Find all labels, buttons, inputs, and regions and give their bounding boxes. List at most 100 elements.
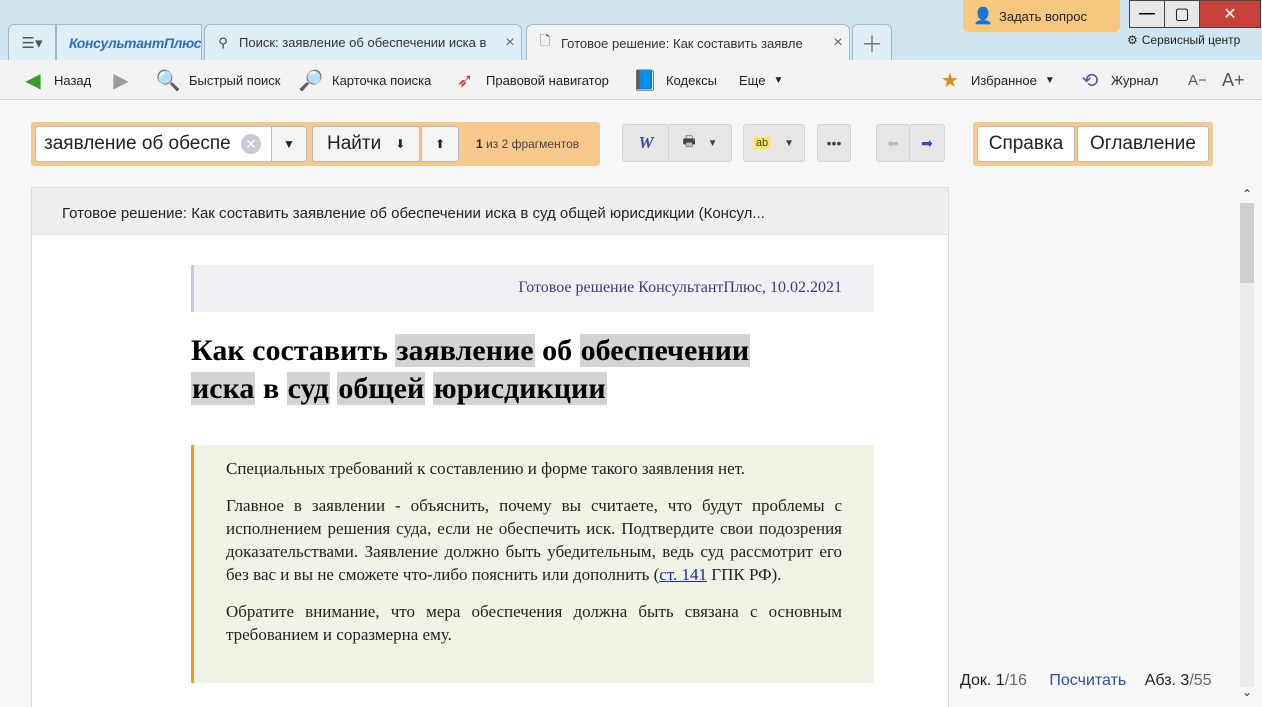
note-text: ГПК РФ). (707, 565, 782, 584)
fragments-counter: 1 из 2 фрагментов (476, 137, 579, 151)
more-label: Еще (739, 72, 766, 88)
document-search-bar: заявление об обеспе ✕ ▼ Найти ⬇ ⬆ 1 из 2… (31, 122, 600, 166)
plus-icon: ＋ (860, 31, 883, 57)
navigator-icon: ➶ (456, 69, 474, 92)
find-button[interactable]: Найти ⬇ (312, 126, 420, 162)
ask-question-label: Задать вопрос (999, 8, 1087, 24)
history-icon: ⟲ (1081, 69, 1099, 92)
journal-button[interactable]: ⟲ Журнал (1077, 60, 1159, 100)
star-icon: ★ (941, 69, 959, 92)
scroll-up-icon[interactable]: ⌃ (1238, 187, 1256, 203)
magnifier-icon: 🔍 (155, 69, 181, 92)
codes-label: Кодексы (666, 72, 718, 88)
contents-button[interactable]: Оглавление (1077, 126, 1209, 162)
fragments-text: из 2 фрагментов (486, 137, 580, 151)
codes-button[interactable]: 📘 Кодексы (632, 60, 717, 100)
document-view[interactable]: Готовое решение: Как составить заявление… (31, 187, 949, 707)
title-word: об (542, 334, 573, 367)
title-word-highlighted: суд (286, 372, 330, 405)
scrollbar-thumb[interactable] (1240, 203, 1254, 283)
export-word-button[interactable]: W (622, 124, 670, 162)
printer-icon: 🖶 (682, 133, 696, 149)
document-search-input[interactable]: заявление об обеспе (35, 126, 303, 162)
tab-search-label: Поиск: заявление об обеспечении иска в (239, 35, 487, 50)
count-link[interactable]: Посчитать (1049, 672, 1126, 689)
minimize-icon: — (1139, 5, 1155, 22)
tab-document[interactable]: 🗋 Готовое решение: Как составить заявле … (526, 24, 850, 61)
close-icon: ✕ (1223, 6, 1237, 23)
chevron-down-icon: ▼ (707, 137, 718, 149)
arrow-right-icon: ▶ (113, 69, 129, 92)
close-window-button[interactable]: ✕ (1199, 0, 1261, 28)
highlight-button[interactable]: ab ▼ (743, 124, 805, 162)
arrow-right-icon: ➡ (921, 134, 933, 151)
main-area: заявление об обеспе ✕ ▼ Найти ⬇ ⬆ 1 из 2… (0, 100, 1262, 707)
document-title: Как составить заявление об обеспечении и… (191, 332, 874, 408)
search-history-dropdown[interactable]: ▼ (271, 126, 307, 162)
font-bigger-button[interactable]: A+ (1222, 60, 1245, 100)
nav-back-button[interactable]: ⬅ (876, 124, 910, 162)
search-icon: ⚲ (218, 34, 228, 50)
title-word-highlighted: заявление (395, 334, 535, 367)
search-card-button[interactable]: 🔎 Карточка поиска (298, 60, 432, 100)
highlighter-icon: ab (753, 137, 771, 149)
help-button[interactable]: Справка (977, 126, 1075, 162)
brand-label: КонсультантПлюс (69, 34, 202, 51)
tab-search[interactable]: ⚲ Поиск: заявление об обеспечении иска в… (204, 24, 522, 60)
maximize-button[interactable]: ▢ (1164, 0, 1200, 28)
doc-counter-label: Док. 1 (960, 672, 1005, 689)
close-icon[interactable]: × (499, 34, 521, 52)
new-tab-button[interactable]: ＋ (852, 24, 892, 60)
title-bar: ☰▾ КонсультантПлюс ⚲ Поиск: заявление об… (0, 0, 1262, 61)
font-smaller-button[interactable]: A− (1188, 60, 1207, 100)
title-word: Как составить (191, 334, 388, 367)
find-previous-button[interactable]: ⬆ (421, 126, 459, 162)
brand-tab[interactable]: КонсультантПлюс (56, 24, 202, 60)
gear-icon: ⚙ (1127, 33, 1138, 47)
main-menu-button[interactable]: ☰▾ (8, 24, 56, 60)
service-center-label: Сервисный центр (1141, 33, 1241, 47)
favorites-label: Избранное (971, 72, 1037, 88)
journal-label: Журнал (1111, 72, 1159, 88)
title-word: в (262, 372, 280, 405)
help-label: Справка (988, 133, 1064, 154)
scroll-down-icon[interactable]: ⌄ (1238, 685, 1256, 701)
article-link[interactable]: ст. 141 (659, 565, 707, 584)
chevron-down-icon: ▼ (773, 74, 784, 86)
back-button[interactable]: ◀ Назад (20, 60, 91, 100)
quick-search-label: Быстрый поиск (189, 72, 281, 88)
quick-search-button[interactable]: 🔍 Быстрый поиск (155, 60, 281, 100)
chevron-down-icon: ▼ (784, 137, 795, 149)
print-button[interactable]: 🖶 ▼ (668, 124, 732, 162)
nav-forward-button[interactable]: ➡ (909, 124, 945, 162)
legal-navigator-button[interactable]: ➶ Правовой навигатор (452, 60, 609, 100)
arrow-left-icon: ⬅ (887, 134, 899, 151)
service-center-link[interactable]: ⚙ Сервисный центр (1127, 33, 1240, 47)
paragraph-counter-label: Абз. 3 (1144, 672, 1190, 689)
ellipsis-icon: ••• (826, 135, 842, 151)
menu-icon: ☰▾ (21, 34, 43, 52)
doc-counter-total: /16 (1004, 672, 1027, 689)
fragments-current: 1 (476, 137, 483, 151)
font-smaller-label: A− (1188, 71, 1207, 89)
minimize-button[interactable]: — (1129, 0, 1165, 28)
document-icon: 🗋 (539, 33, 551, 48)
status-bar: Док. 1/16 Посчитать Абз. 3/55 (960, 672, 1212, 690)
arrow-up-icon: ⬆ (434, 137, 446, 151)
document-header: Готовое решение: Как составить заявление… (32, 188, 948, 235)
favorites-button[interactable]: ★ Избранное ▼ (937, 60, 1055, 100)
more-options-button[interactable]: ••• (817, 124, 851, 162)
find-label: Найти (327, 133, 382, 154)
close-icon[interactable]: × (827, 34, 849, 52)
clear-icon[interactable]: ✕ (241, 134, 261, 154)
word-icon: W (638, 133, 654, 152)
search-card-label: Карточка поиска (332, 72, 432, 88)
person-question-icon: 👤 (973, 8, 993, 25)
forward-button[interactable]: ▶ (108, 60, 134, 100)
more-menu-button[interactable]: Еще ▼ (739, 60, 783, 100)
navigator-label: Правовой навигатор (486, 72, 609, 88)
ask-question-button[interactable]: 👤 Задать вопрос (963, 0, 1120, 32)
maximize-icon: ▢ (1174, 6, 1190, 23)
back-label: Назад (54, 72, 92, 88)
note-paragraph: Обратите внимание, что мера обеспечения … (226, 602, 842, 644)
